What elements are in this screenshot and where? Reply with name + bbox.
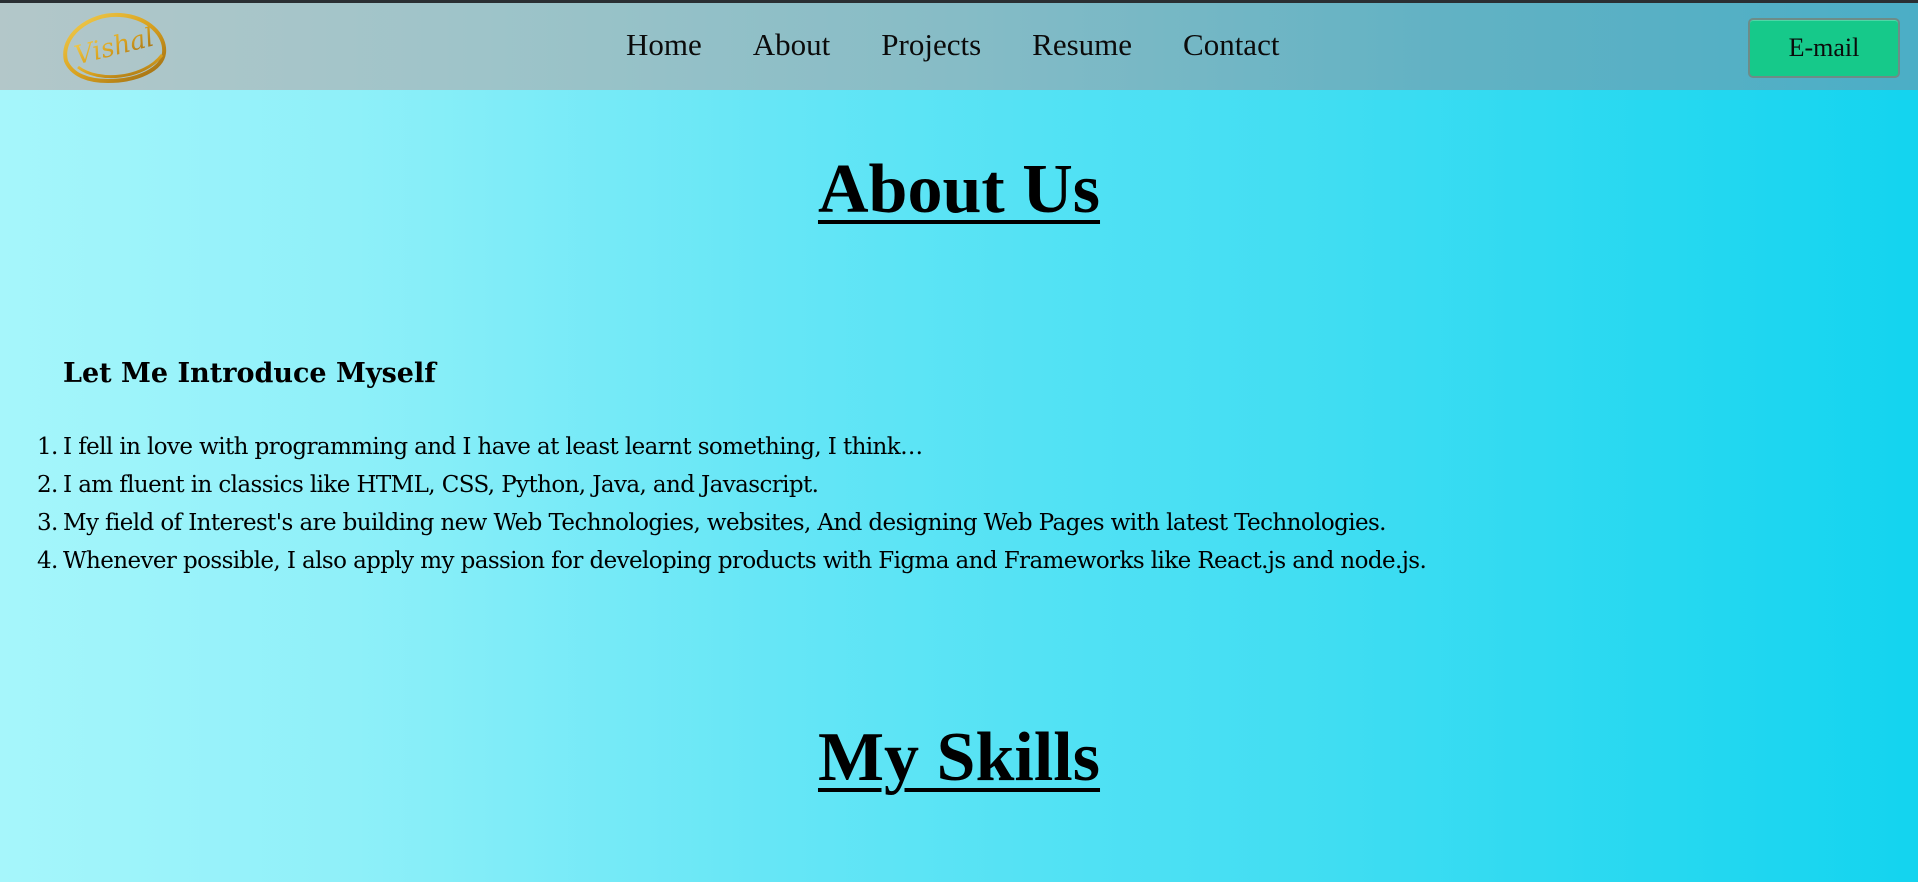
nav-link-contact[interactable]: Contact: [1183, 25, 1279, 65]
email-button[interactable]: E-mail: [1748, 18, 1900, 78]
nav-link-home[interactable]: Home: [626, 25, 702, 65]
intro-heading: Let Me Introduce Myself: [63, 358, 436, 389]
list-item-text: My field of Interest's are building new …: [63, 510, 1387, 536]
list-item-text: I fell in love with programming and I ha…: [63, 434, 923, 460]
list-item-text: I am fluent in classics like HTML, CSS, …: [63, 472, 819, 498]
logo[interactable]: Vishal: [58, 9, 172, 85]
list-item: 1. I fell in love with programming and I…: [37, 428, 1426, 466]
list-item-text: Whenever possible, I also apply my passi…: [63, 548, 1427, 574]
list-item: 3. My field of Interest's are building n…: [37, 504, 1426, 542]
intro-list: 1. I fell in love with programming and I…: [37, 428, 1427, 580]
list-item-number: 1.: [37, 434, 58, 460]
skills-title: My Skills: [817, 719, 1101, 796]
nav-link-resume[interactable]: Resume: [1032, 25, 1132, 65]
list-item-number: 3.: [37, 510, 58, 536]
svg-text:Vishal: Vishal: [72, 23, 157, 72]
about-title: About Us: [817, 151, 1101, 228]
list-item-number: 2.: [37, 472, 58, 498]
nav-link-projects[interactable]: Projects: [881, 25, 981, 65]
list-item-number: 4.: [37, 548, 58, 574]
nav-link-about[interactable]: About: [753, 25, 831, 65]
list-item: 2. I am fluent in classics like HTML, CS…: [37, 466, 1426, 504]
list-item: 4. Whenever possible, I also apply my pa…: [37, 542, 1427, 580]
navbar: Vishal Home About Projects Resume Contac…: [0, 3, 1918, 90]
logo-icon: Vishal: [63, 12, 167, 84]
nav-links: Home About Projects Resume Contact: [626, 25, 1279, 65]
